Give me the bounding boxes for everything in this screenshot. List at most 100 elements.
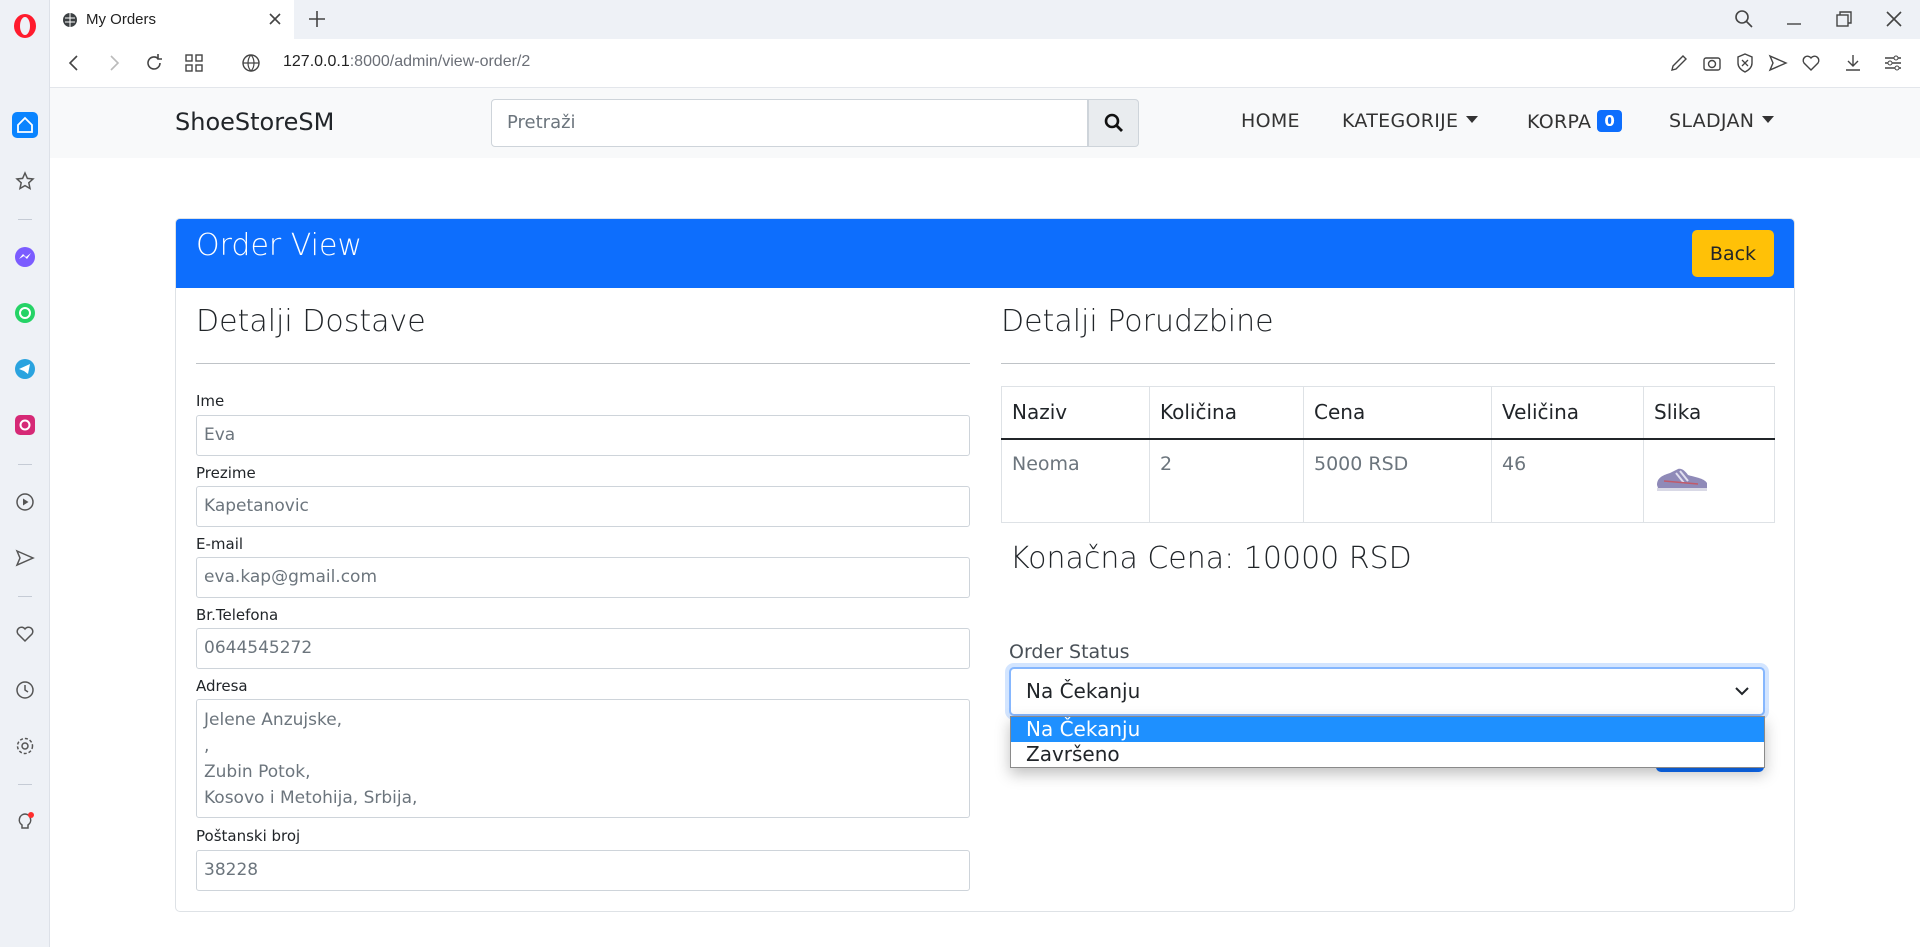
item-name-cell: Neoma [1001,438,1150,523]
tab-my-orders[interactable]: My Orders [50,0,294,39]
item-price-cell: 5000 RSD [1303,438,1492,523]
telegram-icon[interactable] [12,356,38,382]
table-header-row: Naziv Količina Cena Veličina Slika [1001,386,1775,440]
heart-icon[interactable] [12,621,38,647]
column-header: Cena [1303,386,1492,440]
messenger-icon[interactable] [12,244,38,270]
nav-home-link[interactable]: HOME [1241,110,1300,132]
cart-count-badge: 0 [1597,110,1623,132]
chevron-down-icon [1735,687,1749,696]
sidebar-divider [18,219,32,220]
address-line: Jelene Anzujske, [204,710,343,730]
order-total: Konačna Cena: 10000 RSD [1010,541,1412,576]
close-tab-icon[interactable] [266,10,284,28]
address-line: , [204,736,210,756]
item-quantity-cell: 2 [1149,438,1304,523]
whatsapp-icon[interactable] [12,300,38,326]
minimize-icon[interactable] [1783,8,1805,30]
address-line: Zubin Potok, [204,762,311,782]
address-field[interactable]: Jelene Anzujske, , Zubin Potok, Kosovo i… [196,699,970,818]
lightbulb-icon[interactable] [12,809,38,835]
caret-down-icon [1466,116,1479,123]
nav-cart-link[interactable]: KORPA 0 [1527,110,1623,133]
phone-label: Br.Telefona [196,606,279,624]
first-name-field[interactable]: Eva [196,415,970,456]
sidebar-divider [18,464,32,465]
order-status-selected-value: Na Čekanju [1026,679,1141,703]
address-label: Adresa [196,677,248,695]
tabs-grid-icon[interactable] [183,52,205,74]
back-arrow-icon[interactable] [63,52,85,74]
new-tab-plus-icon[interactable] [306,8,328,30]
sidebar-divider [18,596,32,597]
column-header: Slika [1643,386,1775,440]
order-divider [1001,363,1775,364]
snapshot-camera-icon[interactable] [1701,52,1723,74]
tab-title: My Orders [86,11,157,28]
email-label: E-mail [196,535,244,553]
brand-logo[interactable]: ShoeStoreSM [175,108,334,136]
url-path: :8000/admin/view-order/2 [349,53,531,70]
item-image-cell [1643,438,1775,523]
table-row: Neoma 2 5000 RSD 46 [1001,438,1775,523]
adblock-shield-icon[interactable] [1734,52,1756,74]
bookmark-heart-icon[interactable] [1800,52,1822,74]
search-input[interactable]: Pretraži [491,99,1088,147]
reload-icon[interactable] [143,52,165,74]
last-name-field[interactable]: Kapetanovic [196,486,970,527]
url-text[interactable]: 127.0.0.1:8000/admin/view-order/2 [283,53,530,71]
browser-sidebar [0,0,50,947]
order-status-label: Order Status [1009,641,1130,663]
nav-categories-dropdown[interactable]: KATEGORIJE [1342,110,1479,132]
close-window-icon[interactable] [1883,8,1905,30]
site-info-globe-icon[interactable] [240,52,262,74]
status-option-completed[interactable]: Završeno [1011,742,1764,767]
instagram-icon[interactable] [12,412,38,438]
order-status-options: Na Čekanju Završeno [1010,716,1765,768]
address-bar: 127.0.0.1:8000/admin/view-order/2 [50,39,1920,88]
home-icon[interactable] [12,112,38,138]
search-tabs-icon[interactable] [1733,8,1755,30]
search-icon [1104,113,1123,132]
nav-cart-label: KORPA [1527,111,1592,133]
globe-favicon-icon [63,12,77,27]
first-name-label: Ime [196,392,225,410]
order-section-title: Detalji Porudzbine [1001,304,1274,339]
order-items-table: Naziv Količina Cena Veličina Slika Neoma… [1001,386,1775,523]
shoe-image [1657,468,1707,491]
restore-icon[interactable] [1833,8,1855,30]
page-title: Order View [196,228,362,263]
tab-bar: My Orders [50,0,1920,39]
caret-down-icon [1762,116,1775,123]
column-header: Naziv [1001,386,1150,440]
download-icon[interactable] [1842,52,1864,74]
nav-user-label: SLADJAN [1669,110,1755,132]
nav-user-dropdown[interactable]: SLADJAN [1669,110,1775,132]
easy-setup-sliders-icon[interactable] [1882,52,1904,74]
bookmarks-icon[interactable] [12,168,38,194]
history-icon[interactable] [12,677,38,703]
opera-logo-icon[interactable] [12,13,38,39]
status-option-pending[interactable]: Na Čekanju [1011,717,1764,742]
order-view-card: Order View Back Detalji Dostave Ime Eva … [175,218,1795,912]
postal-code-field[interactable]: 38228 [196,850,970,891]
forward-arrow-icon[interactable] [103,52,125,74]
share-send-icon[interactable] [1767,52,1789,74]
sidebar-divider [18,784,32,785]
item-size-cell: 46 [1491,438,1644,523]
search-button[interactable] [1088,99,1139,147]
phone-field[interactable]: 0644545272 [196,628,970,669]
postal-code-label: Poštanski broj [196,827,301,845]
site-navbar: ShoeStoreSM Pretraži HOME KATEGORIJE KOR… [50,88,1920,158]
edit-icon[interactable] [1668,52,1690,74]
send-icon[interactable] [12,545,38,571]
player-icon[interactable] [12,489,38,515]
url-host: 127.0.0.1 [283,53,350,70]
card-header: Order View Back [176,219,1794,288]
column-header: Veličina [1491,386,1644,440]
settings-gear-icon[interactable] [12,733,38,759]
back-button[interactable]: Back [1692,230,1774,277]
address-line: Kosovo i Metohija, Srbija, [204,788,418,808]
email-field[interactable]: eva.kap@gmail.com [196,557,970,598]
order-status-select[interactable]: Na Čekanju [1009,667,1765,716]
